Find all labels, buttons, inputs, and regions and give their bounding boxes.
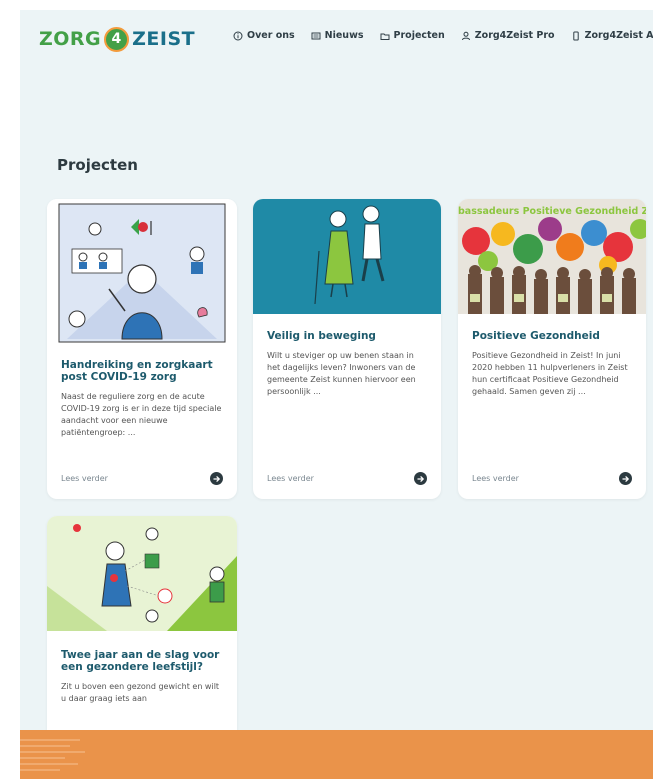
arrow-right-button[interactable] (210, 472, 223, 485)
project-card-veilig[interactable]: Veilig in beweging Wilt u steviger op uw… (253, 199, 441, 499)
image-caption: bassadeurs Positieve Gezondheid Z (458, 206, 646, 217)
footer-band (20, 730, 653, 779)
nav-item-nieuws[interactable]: Nieuws (311, 30, 364, 41)
user-icon (461, 31, 470, 40)
read-more-link[interactable]: Lees verder (472, 474, 519, 483)
nav-label: Over ons (247, 30, 295, 41)
card-image-positieve: bassadeurs Positieve Gezondheid Z (458, 199, 646, 314)
page: ZORG 4 ZEIST Over ons Nieuws Projecten Z… (20, 10, 653, 730)
logo[interactable]: ZORG 4 ZEIST (39, 22, 195, 56)
nav-label: Zorg4Zeist App (584, 30, 653, 41)
card-excerpt: Wilt u steviger op uw benen staan in het… (267, 351, 416, 396)
arrow-right-icon (416, 475, 424, 482)
logo-text-zeist: ZEIST (132, 28, 196, 50)
folder-icon (380, 33, 390, 40)
arrow-right-icon (621, 475, 629, 482)
project-card-positieve[interactable]: bassadeurs Positieve Gezondheid Z Positi… (458, 199, 646, 499)
read-more-link[interactable]: Lees verder (267, 474, 314, 483)
info-icon (233, 31, 243, 40)
arrow-right-button[interactable] (414, 472, 427, 485)
card-image-covid (47, 199, 237, 349)
nav-item-over-ons[interactable]: Over ons (233, 30, 295, 41)
card-excerpt: Positieve Gezondheid in Zeist! In juni 2… (472, 351, 628, 396)
nav-label: Zorg4Zeist Pro (474, 30, 555, 41)
card-image-leefstijl (47, 516, 237, 631)
card-footer: Lees verder (472, 472, 632, 485)
nav-label: Nieuws (324, 30, 364, 41)
footer-decoration (20, 739, 85, 771)
arrow-right-button[interactable] (619, 472, 632, 485)
nav-item-app[interactable]: Zorg4Zeist App (571, 30, 653, 41)
arrow-right-icon (212, 475, 220, 482)
card-title: Twee jaar aan de slag voor een gezondere… (61, 649, 220, 673)
card-title: Veilig in beweging (267, 330, 376, 342)
card-footer: Lees verder (267, 472, 427, 485)
card-footer: Lees verder (61, 472, 223, 485)
section-title: Projecten (57, 156, 138, 174)
logo-text-zorg: ZORG (39, 28, 102, 50)
nav-label: Projecten (393, 30, 445, 41)
card-title: Positieve Gezondheid (472, 330, 600, 342)
nav-item-projecten[interactable]: Projecten (380, 30, 445, 41)
project-card-covid[interactable]: Handreiking en zorgkaart post COVID-19 z… (47, 199, 237, 499)
card-image-veilig (253, 199, 441, 314)
main-nav: Over ons Nieuws Projecten Zorg4Zeist Pro… (233, 30, 653, 41)
logo-badge: 4 (104, 26, 130, 52)
read-more-link[interactable]: Lees verder (61, 474, 108, 483)
card-excerpt: Naast de reguliere zorg en de acute COVI… (61, 392, 222, 437)
card-excerpt: Zit u boven een gezond gewicht en wilt u… (61, 682, 220, 703)
phone-icon (572, 31, 579, 40)
card-title: Handreiking en zorgkaart post COVID-19 z… (61, 359, 213, 383)
project-card-leefstijl[interactable]: Twee jaar aan de slag voor een gezondere… (47, 516, 237, 730)
nav-item-pro[interactable]: Zorg4Zeist Pro (461, 30, 555, 41)
newspaper-icon (311, 32, 321, 39)
